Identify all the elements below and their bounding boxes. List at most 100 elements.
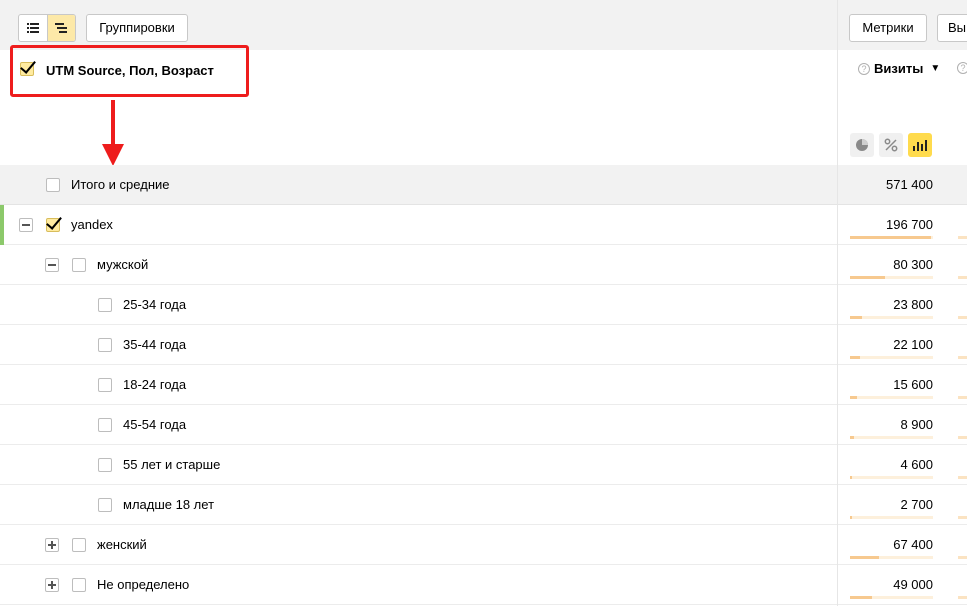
report-toolbar: Группировки Метрики Вы bbox=[0, 0, 967, 50]
bars-mode-button[interactable] bbox=[908, 133, 932, 157]
share-bar-fill bbox=[850, 516, 852, 519]
share-bar-fill bbox=[850, 236, 931, 239]
visits-value: 49 000 bbox=[893, 577, 933, 592]
next-column-bar bbox=[958, 556, 967, 559]
pie-chart-icon bbox=[856, 139, 868, 151]
table-row[interactable]: мужской 80 300 bbox=[0, 245, 967, 285]
annotation-arrow-icon bbox=[102, 100, 124, 166]
list-icon bbox=[26, 23, 39, 33]
table-row[interactable]: женский 67 400 bbox=[0, 525, 967, 565]
table-row[interactable]: Не определено 49 000 bbox=[0, 565, 967, 605]
table-row[interactable]: 55 лет и старше 4 600 bbox=[0, 445, 967, 485]
metric-visits-header[interactable]: ? Визиты ▼ bbox=[858, 61, 940, 76]
bar-chart-icon bbox=[913, 140, 927, 151]
row-label: 35-44 года bbox=[123, 337, 187, 352]
row-checkbox[interactable] bbox=[72, 258, 86, 272]
share-bar bbox=[850, 356, 933, 359]
share-bar-fill bbox=[850, 316, 862, 319]
share-bar bbox=[850, 396, 933, 399]
table-row[interactable]: 18-24 года 15 600 bbox=[0, 365, 967, 405]
share-bar-fill bbox=[850, 276, 885, 279]
visits-value: 15 600 bbox=[893, 377, 933, 392]
table-row[interactable]: 45-54 года 8 900 bbox=[0, 405, 967, 445]
next-column-bar bbox=[958, 596, 967, 599]
row-label: 25-34 года bbox=[123, 297, 187, 312]
sort-desc-icon[interactable]: ▼ bbox=[930, 63, 940, 74]
share-bar bbox=[850, 436, 933, 439]
export-button[interactable]: Вы bbox=[937, 14, 967, 42]
table-row[interactable]: yandex 196 700 bbox=[0, 205, 967, 245]
row-checkbox[interactable] bbox=[46, 178, 60, 192]
row-label: Итого и средние bbox=[71, 177, 170, 192]
visits-value: 80 300 bbox=[893, 257, 933, 272]
share-bar bbox=[850, 596, 933, 599]
next-column-bar bbox=[958, 236, 967, 239]
row-checkbox[interactable] bbox=[98, 338, 112, 352]
visits-value: 2 700 bbox=[900, 497, 933, 512]
row-checkbox[interactable] bbox=[98, 498, 112, 512]
share-bar bbox=[850, 476, 933, 479]
row-checkbox[interactable] bbox=[72, 578, 86, 592]
collapse-icon[interactable] bbox=[45, 258, 59, 272]
visits-value: 4 600 bbox=[900, 457, 933, 472]
row-checkbox[interactable] bbox=[98, 458, 112, 472]
row-checkbox[interactable] bbox=[98, 418, 112, 432]
help-icon[interactable]: ? bbox=[858, 62, 870, 75]
next-column-bar bbox=[958, 436, 967, 439]
row-checkbox[interactable] bbox=[98, 298, 112, 312]
row-label: 55 лет и старше bbox=[123, 457, 221, 472]
share-bar bbox=[850, 556, 933, 559]
list-view-button[interactable] bbox=[19, 15, 47, 41]
tree-icon bbox=[55, 23, 68, 33]
totals-row[interactable]: Итого и средние 571 400 bbox=[0, 165, 967, 205]
percent-mode-button[interactable] bbox=[879, 133, 903, 157]
share-bar-fill bbox=[850, 596, 872, 599]
visits-value: 571 400 bbox=[886, 177, 933, 192]
share-bar-fill bbox=[850, 356, 860, 359]
share-bar-fill bbox=[850, 476, 852, 479]
table-row[interactable]: 35-44 года 22 100 bbox=[0, 325, 967, 365]
row-label: младше 18 лет bbox=[123, 497, 215, 512]
next-column-bar bbox=[958, 516, 967, 519]
row-label: yandex bbox=[71, 217, 113, 232]
share-bar bbox=[850, 236, 933, 239]
row-label: 18-24 года bbox=[123, 377, 187, 392]
metrics-button[interactable]: Метрики bbox=[849, 14, 927, 42]
visits-value: 23 800 bbox=[893, 297, 933, 312]
annotation-highlight-box bbox=[10, 45, 249, 97]
visits-value: 8 900 bbox=[900, 417, 933, 432]
tree-view-button[interactable] bbox=[46, 15, 75, 41]
visits-value: 67 400 bbox=[893, 537, 933, 552]
next-column-bar bbox=[958, 356, 967, 359]
row-label: женский bbox=[97, 537, 147, 552]
share-bar bbox=[850, 516, 933, 519]
table-row[interactable]: младше 18 лет 2 700 bbox=[0, 485, 967, 525]
pie-mode-button[interactable] bbox=[850, 133, 874, 157]
expand-icon[interactable] bbox=[45, 578, 59, 592]
visits-value: 196 700 bbox=[886, 217, 933, 232]
groupings-button[interactable]: Группировки bbox=[86, 14, 188, 42]
column-divider bbox=[837, 0, 838, 606]
row-checkbox[interactable] bbox=[46, 218, 60, 232]
table-row[interactable]: 25-34 года 23 800 bbox=[0, 285, 967, 325]
metric-title: Визиты bbox=[874, 61, 924, 76]
collapse-icon[interactable] bbox=[19, 218, 33, 232]
row-label: Не определено bbox=[97, 577, 190, 592]
visits-value: 22 100 bbox=[893, 337, 933, 352]
next-column-bar bbox=[958, 476, 967, 479]
share-bar-fill bbox=[850, 396, 857, 399]
share-bar-fill bbox=[850, 436, 854, 439]
row-checkbox[interactable] bbox=[98, 378, 112, 392]
row-label: мужской bbox=[97, 257, 149, 272]
expand-icon[interactable] bbox=[45, 538, 59, 552]
view-switch bbox=[18, 14, 76, 42]
percent-icon bbox=[884, 138, 898, 152]
share-bar bbox=[850, 276, 933, 279]
next-column-bar bbox=[958, 276, 967, 279]
next-column-bar bbox=[958, 316, 967, 319]
next-column-bar bbox=[958, 396, 967, 399]
next-metric-help-icon[interactable]: ? bbox=[957, 62, 967, 74]
row-label: 45-54 года bbox=[123, 417, 187, 432]
share-bar bbox=[850, 316, 933, 319]
row-checkbox[interactable] bbox=[72, 538, 86, 552]
